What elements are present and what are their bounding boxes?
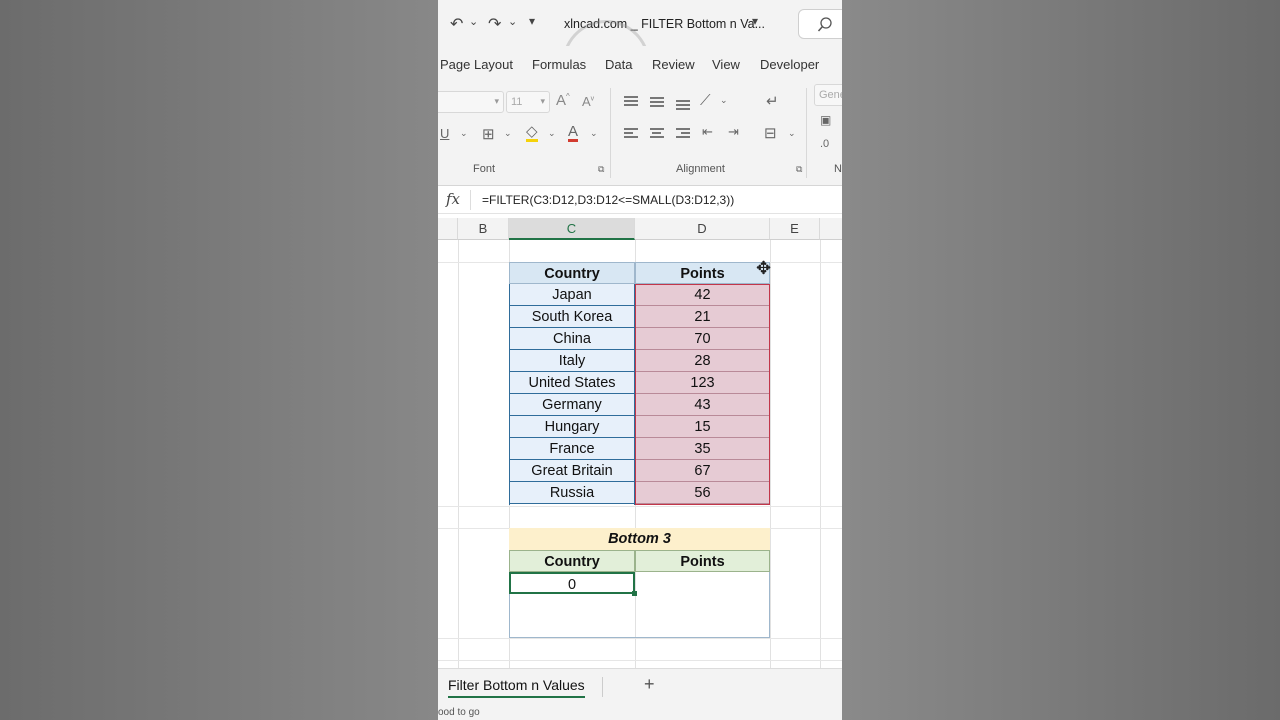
align-right-icon[interactable] <box>676 128 690 139</box>
tab-view[interactable]: View <box>712 57 740 72</box>
align-middle-icon[interactable] <box>650 97 664 108</box>
orientation-dropdown-icon[interactable]: ⌄ <box>720 95 728 106</box>
tab-page-layout[interactable]: Page Layout <box>440 57 513 72</box>
increase-font-size-icon[interactable]: A^ <box>556 92 570 109</box>
fill-handle[interactable] <box>632 591 637 596</box>
underline-icon[interactable]: U <box>440 126 449 141</box>
decrease-indent-icon[interactable]: ⇤ <box>702 124 713 140</box>
gridline <box>458 240 459 668</box>
font-dialog-launcher-icon[interactable]: ⧉ <box>598 164 604 175</box>
result-header-country[interactable]: Country <box>509 550 635 572</box>
font-size-dropdown[interactable]: 11 ▾ <box>506 91 550 113</box>
wrap-text-icon[interactable]: ↵ <box>766 92 779 110</box>
excel-window: ↶ ⌄ ↷ ⌄ ▾ xlncad.com _ FILTER Bottom n V… <box>438 0 842 720</box>
align-top-icon[interactable] <box>624 96 638 107</box>
number-format-dropdown[interactable]: Gene <box>814 84 842 106</box>
font-name-dropdown[interactable]: ▾ <box>438 91 504 113</box>
decrease-font-size-icon[interactable]: Av <box>582 94 594 109</box>
column-header-b[interactable]: B <box>458 218 509 240</box>
left-backdrop <box>0 0 438 720</box>
ribbon-tabs: Page Layout Formulas Data Review View De… <box>438 46 842 82</box>
undo-dropdown-icon[interactable]: ⌄ <box>469 15 478 28</box>
add-sheet-button[interactable]: + <box>644 674 655 695</box>
ribbon-separator <box>610 88 611 178</box>
result-title[interactable]: Bottom 3 <box>509 528 770 550</box>
gridline <box>438 638 842 639</box>
align-bottom-icon[interactable] <box>676 100 690 111</box>
chevron-down-icon: ▾ <box>494 96 499 106</box>
fill-color-icon[interactable]: ◇ <box>526 124 538 142</box>
chevron-down-icon: ▾ <box>540 96 545 106</box>
underline-dropdown-icon[interactable]: ⌄ <box>460 128 468 139</box>
active-cell[interactable]: 0 <box>509 572 635 594</box>
alignment-dialog-launcher-icon[interactable]: ⧉ <box>796 164 802 175</box>
align-left-icon[interactable] <box>624 128 638 139</box>
column-header-c[interactable]: C <box>509 218 635 240</box>
group-alignment-label: Alignment <box>676 163 725 175</box>
search-icon <box>817 17 832 32</box>
move-cursor-icon: ✥ <box>756 258 772 278</box>
formula-divider <box>470 190 471 210</box>
font-size-value: 11 <box>511 96 523 108</box>
increase-decimal-icon[interactable]: .0 <box>820 138 829 150</box>
column-header-d[interactable]: D <box>635 218 770 240</box>
formula-input[interactable]: =FILTER(C3:D12,D3:D12<=SMALL(D3:D12,3)) <box>482 193 734 207</box>
points-range-border <box>635 284 770 505</box>
tab-developer[interactable]: Developer <box>760 57 819 72</box>
font-color-dropdown-icon[interactable]: ⌄ <box>590 128 598 139</box>
gridline <box>770 240 771 668</box>
ribbon: ▾ 11 ▾ A^ Av U ⌄ ⊞ ⌄ ◇ ⌄ A ⌄ Font ⧉ ⟋ ⌄ … <box>438 82 842 186</box>
borders-icon[interactable]: ⊞ <box>482 125 495 143</box>
table-header-country[interactable]: Country <box>509 262 635 284</box>
gridline <box>820 240 821 668</box>
group-font-label: Font <box>473 163 496 175</box>
search-button[interactable] <box>798 9 842 39</box>
merge-dropdown-icon[interactable]: ⌄ <box>788 128 796 139</box>
align-center-icon[interactable] <box>650 128 664 139</box>
tab-review[interactable]: Review <box>652 57 695 72</box>
redo-dropdown-icon[interactable]: ⌄ <box>508 15 517 28</box>
orientation-icon[interactable]: ⟋ <box>700 92 711 109</box>
status-text: ood to go <box>438 707 480 718</box>
tab-data[interactable]: Data <box>605 57 632 72</box>
merge-center-icon[interactable]: ⊟ <box>764 124 777 142</box>
undo-icon[interactable]: ↶ <box>450 14 463 34</box>
formula-bar: fx =FILTER(C3:D12,D3:D12<=SMALL(D3:D12,3… <box>438 186 842 214</box>
worksheet-grid[interactable]: B C D E Country Points Japan 42 South Ko… <box>438 218 842 668</box>
font-color-icon[interactable]: A <box>568 124 579 142</box>
number-format-value: Gene <box>819 89 842 101</box>
insert-function-icon[interactable]: fx <box>446 190 460 208</box>
borders-dropdown-icon[interactable]: ⌄ <box>504 128 512 139</box>
column-header-a[interactable] <box>438 218 458 240</box>
fill-color-dropdown-icon[interactable]: ⌄ <box>548 128 556 139</box>
gridline <box>438 660 842 661</box>
tab-formulas[interactable]: Formulas <box>532 57 586 72</box>
country-range-border <box>509 284 635 505</box>
tab-divider <box>602 677 603 697</box>
gridline <box>438 506 842 507</box>
redo-icon[interactable]: ↷ <box>488 14 501 34</box>
customize-qat-icon[interactable]: ▾ <box>529 14 535 28</box>
ribbon-separator <box>806 88 807 178</box>
result-header-points[interactable]: Points <box>635 550 770 572</box>
sheet-tab-filter-bottom-n[interactable]: Filter Bottom n Values <box>448 677 585 698</box>
accounting-format-icon[interactable]: ▣ <box>820 113 831 127</box>
right-backdrop <box>842 0 1280 720</box>
title-dropdown-icon[interactable]: ▾ <box>752 14 758 28</box>
column-header-e[interactable]: E <box>770 218 820 240</box>
table-header-points[interactable]: Points <box>635 262 770 284</box>
increase-indent-icon[interactable]: ⇥ <box>728 124 739 140</box>
title-bar: ↶ ⌄ ↷ ⌄ ▾ xlncad.com _ FILTER Bottom n V… <box>438 0 842 118</box>
sheet-tab-bar: Filter Bottom n Values + <box>438 668 842 704</box>
group-number-label: N <box>834 163 842 175</box>
status-bar: ood to go <box>438 704 842 720</box>
column-header-f[interactable] <box>820 218 842 240</box>
